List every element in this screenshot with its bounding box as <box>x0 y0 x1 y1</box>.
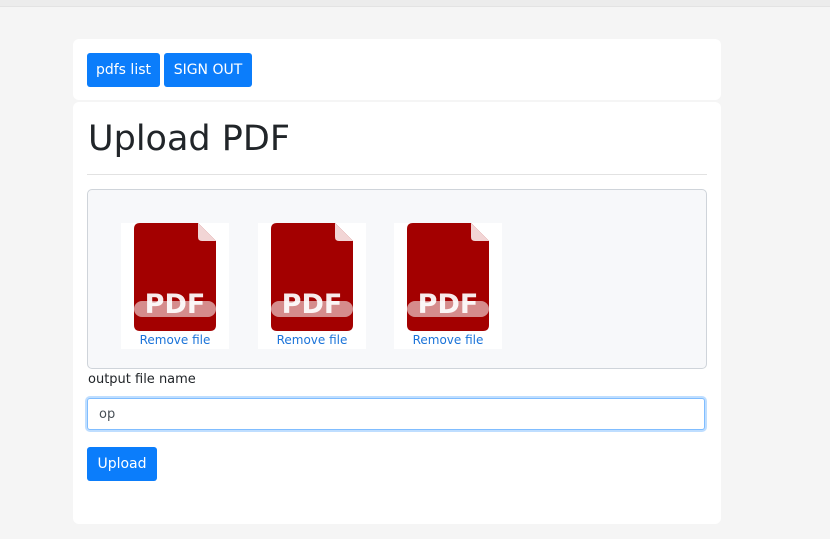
svg-text:PDF: PDF <box>145 289 206 320</box>
remove-file-link[interactable]: Remove file <box>121 333 229 347</box>
svg-text:PDF: PDF <box>418 289 479 320</box>
remove-file-link[interactable]: Remove file <box>394 333 502 347</box>
sign-out-button[interactable]: SIGN OUT <box>164 53 252 87</box>
file-preview: PDF Remove file <box>394 223 502 349</box>
divider <box>87 174 707 175</box>
output-file-name-input[interactable] <box>87 398 705 430</box>
pdf-file-icon: PDF <box>134 223 216 331</box>
upload-card: Upload PDF PDF Remove file PDF Remove fi… <box>73 102 721 524</box>
page-title: Upload PDF <box>88 119 290 159</box>
remove-file-link[interactable]: Remove file <box>258 333 366 347</box>
file-dropzone[interactable]: PDF Remove file PDF Remove file PDF Remo… <box>87 189 707 369</box>
upload-button[interactable]: Upload <box>87 447 157 481</box>
pdf-file-icon: PDF <box>271 223 353 331</box>
file-preview: PDF Remove file <box>258 223 366 349</box>
file-preview: PDF Remove file <box>121 223 229 349</box>
browser-top-edge <box>0 0 830 7</box>
pdfs-list-button[interactable]: pdfs list <box>87 53 160 87</box>
nav-bar: pdfs list SIGN OUT <box>73 39 721 100</box>
output-file-name-label: output file name <box>88 372 196 387</box>
pdf-file-icon: PDF <box>407 223 489 331</box>
svg-text:PDF: PDF <box>282 289 343 320</box>
